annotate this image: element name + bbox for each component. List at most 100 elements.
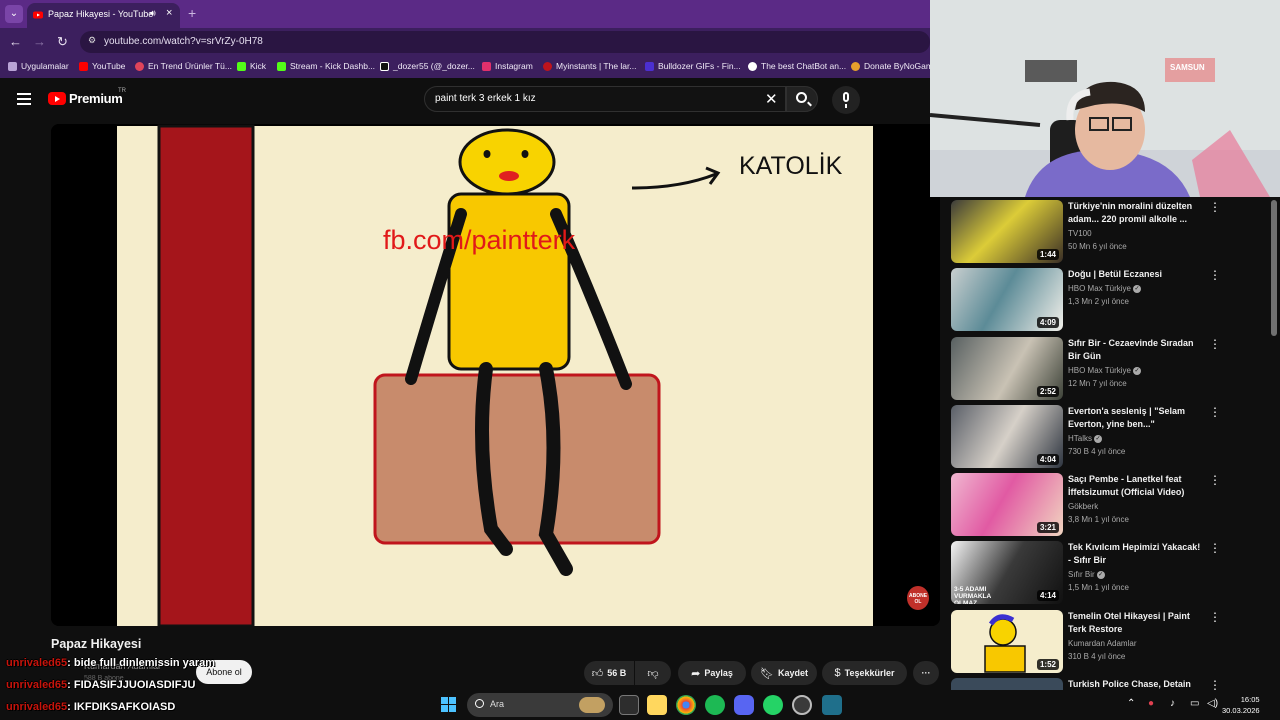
spotify-icon[interactable] [705,695,725,715]
bookmark-item[interactable]: Stream - Kick Dashb... [277,61,375,71]
search-button[interactable] [786,86,818,112]
bookmark-item[interactable]: Instagram [482,61,533,71]
recommendation-item[interactable]: 3:21 Saçı Pembe - Lanetkel feat İffetsiz… [951,473,1271,539]
bookmark-item[interactable]: Kick [237,61,266,71]
recommendation-channel[interactable]: TV100 [1068,229,1092,238]
discord-icon[interactable] [734,695,754,715]
share-button[interactable]: ➦ Paylaş [678,661,746,685]
verified-icon: ✓ [1132,284,1141,293]
taskbar-search[interactable]: Ara [467,693,613,717]
obs-icon[interactable] [792,695,812,715]
recommendation-item[interactable]: 4:04 Everton'a sesleniş | "Selam Everton… [951,405,1271,471]
channel-label: HBO Max Türkiye [1068,366,1131,375]
bookmark-item[interactable]: _dozer55 (@_dozer... [380,61,475,71]
recommendation-title[interactable]: Everton'a sesleniş | "Selam Everton, yin… [1068,405,1203,431]
recommendation-thumbnail[interactable]: 4:04 [951,405,1063,468]
recommendation-channel[interactable]: HBO Max Türkiye ✓ [1068,366,1141,375]
bookmark-item[interactable]: Myinstants | The lar... [543,61,636,71]
youtube-logo-icon[interactable] [48,92,66,105]
donate-icon [851,61,860,71]
search-query: paint terk 3 erkek 1 kız [435,93,536,104]
recommendation-item[interactable]: 3-5 ADAMI VURMAKLA OLMAZ 4:14 Tek Kıvılc… [951,541,1271,607]
recommendation-title[interactable]: Saçı Pembe - Lanetkel feat İffetsizumut … [1068,473,1203,499]
recommendation-thumbnail[interactable]: 2:52 [951,337,1063,400]
voice-search-button[interactable] [832,86,860,114]
chat-message: unrivaled65: bide full dinlemissin yaram [6,657,215,669]
new-tab-plus-icon[interactable]: + [188,5,196,21]
recommendation-channel[interactable]: HTalks ✓ [1068,434,1103,443]
speaker-icon[interactable]: 🔊︎ [150,8,156,19]
recommendation-title[interactable]: Turkish Police Chase, Detain [1068,678,1203,690]
recommendation-item[interactable]: 4:09 Doğu | Betül Eczanesi HBO Max Türki… [951,268,1271,334]
recommendation-title[interactable]: Doğu | Betül Eczanesi [1068,268,1203,281]
more-vert-icon[interactable]: ⋮ [1209,268,1221,282]
video-title: Papaz Hikayesi [51,637,142,651]
youtube-premium-logo[interactable]: Premium [69,91,123,106]
app-icon[interactable] [822,695,842,715]
bookmark-item[interactable]: YouTube [79,61,125,71]
recommendation-thumbnail[interactable]: 3:21 [951,473,1063,536]
more-actions-button[interactable]: ··· [913,661,939,685]
bookmark-item[interactable]: Uygulamalar [8,61,69,71]
like-button[interactable]: 👍︎ 56 B [584,661,634,685]
sidebar-scrollbar[interactable] [1271,200,1277,336]
forward-arrow-icon[interactable]: → [33,34,46,49]
whatsapp-icon[interactable] [763,695,783,715]
more-vert-icon[interactable]: ⋮ [1209,541,1221,555]
recommendation-title[interactable]: Türkiye'nin moralini düzelten adam... 22… [1068,200,1203,226]
menu-icon[interactable] [17,93,31,105]
recommendation-thumbnail[interactable]: 3-5 ADAMI VURMAKLA OLMAZ 4:14 [951,541,1063,604]
file-explorer-icon[interactable] [647,695,667,715]
reload-icon[interactable]: ↻ [57,34,68,50]
recommendation-item[interactable]: 1:52 Temelin Otel Hikayesi | Paint Terk … [951,610,1271,676]
more-vert-icon[interactable]: ⋮ [1209,337,1221,351]
url-field[interactable]: ⚙ youtube.com/watch?v=srVrZy-0H78 [80,31,930,53]
tab-close-icon[interactable]: × [166,7,172,19]
recommendation-item[interactable]: 1:44 Türkiye'nin moralini düzelten adam.… [951,200,1271,266]
recommendation-channel[interactable]: Gökberk [1068,502,1098,511]
more-vert-icon[interactable]: ⋮ [1209,405,1221,419]
more-vert-icon[interactable]: ⋮ [1209,200,1221,214]
thanks-button[interactable]: $ Teşekkürler [822,661,907,685]
recommendation-title[interactable]: Sıfır Bir - Cezaevinde Sıradan Bir Gün [1068,337,1203,363]
recommendation-item[interactable]: Turkish Police Chase, Detain ⋮ [951,678,1271,690]
chrome-icon[interactable] [676,695,696,715]
bookmark-item[interactable]: Bulldozer GIFs - Fin... [645,61,741,71]
bookmark-item[interactable]: Donate ByNoGam [851,61,933,71]
recommendation-thumbnail[interactable] [951,678,1063,690]
site-info-icon[interactable]: ⚙ [88,35,96,46]
browser-tab[interactable]: Papaz Hikayesi - YouTube 🔊︎ × [27,3,180,28]
tray-mic-icon[interactable]: ♪ [1170,698,1175,709]
network-icon[interactable]: ▭ [1190,698,1199,709]
search-input[interactable]: paint terk 3 erkek 1 kız ✕ [424,86,786,112]
tray-chevron-up-icon[interactable]: ⌃ [1127,698,1135,709]
recommendation-thumbnail[interactable]: 1:52 [951,610,1063,673]
windows-start-icon[interactable] [441,697,456,712]
subscribe-watermark[interactable]: ABONE OL [907,586,929,610]
task-view-icon[interactable] [619,695,639,715]
recommendation-thumbnail[interactable]: 1:44 [951,200,1063,263]
back-arrow-icon[interactable]: ← [9,34,22,49]
volume-icon[interactable]: ◁) [1207,698,1218,709]
taskbar-clock[interactable]: 16:05 30.03.2026 [1222,694,1260,716]
tray-app-icon[interactable]: ● [1148,698,1154,709]
save-button[interactable]: 🔖︎ Kaydet [751,661,817,685]
more-vert-icon[interactable]: ⋮ [1209,473,1221,487]
more-vert-icon[interactable]: ⋮ [1209,678,1221,690]
recommendation-channel[interactable]: HBO Max Türkiye ✓ [1068,284,1141,293]
video-player[interactable]: KATOLİK fb.com/paintterk ABONE OL [51,124,940,626]
clear-search-icon[interactable]: ✕ [765,90,778,108]
dislike-button[interactable]: 👎︎ [635,661,671,685]
webcam-sign-text: SAMSUN [1170,63,1205,72]
recommendation-item[interactable]: 2:52 Sıfır Bir - Cezaevinde Sıradan Bir … [951,337,1271,403]
apps-grid-icon [8,61,17,71]
bookmark-item[interactable]: En Trend Ürünler Tü... [135,61,232,71]
tab-search-button[interactable]: ⌄ [5,5,23,23]
recommendation-title[interactable]: Tek Kıvılcım Hepimizi Yakacak! - Sıfır B… [1068,541,1203,567]
more-vert-icon[interactable]: ⋮ [1209,610,1221,624]
bookmark-item[interactable]: The best ChatBot an... [748,61,846,71]
recommendation-channel[interactable]: Kumardan Adamlar [1068,639,1136,648]
recommendation-channel[interactable]: Sıfır Bir ✓ [1068,570,1105,579]
recommendation-thumbnail[interactable]: 4:09 [951,268,1063,331]
recommendation-title[interactable]: Temelin Otel Hikayesi | Paint Terk Resto… [1068,610,1203,636]
